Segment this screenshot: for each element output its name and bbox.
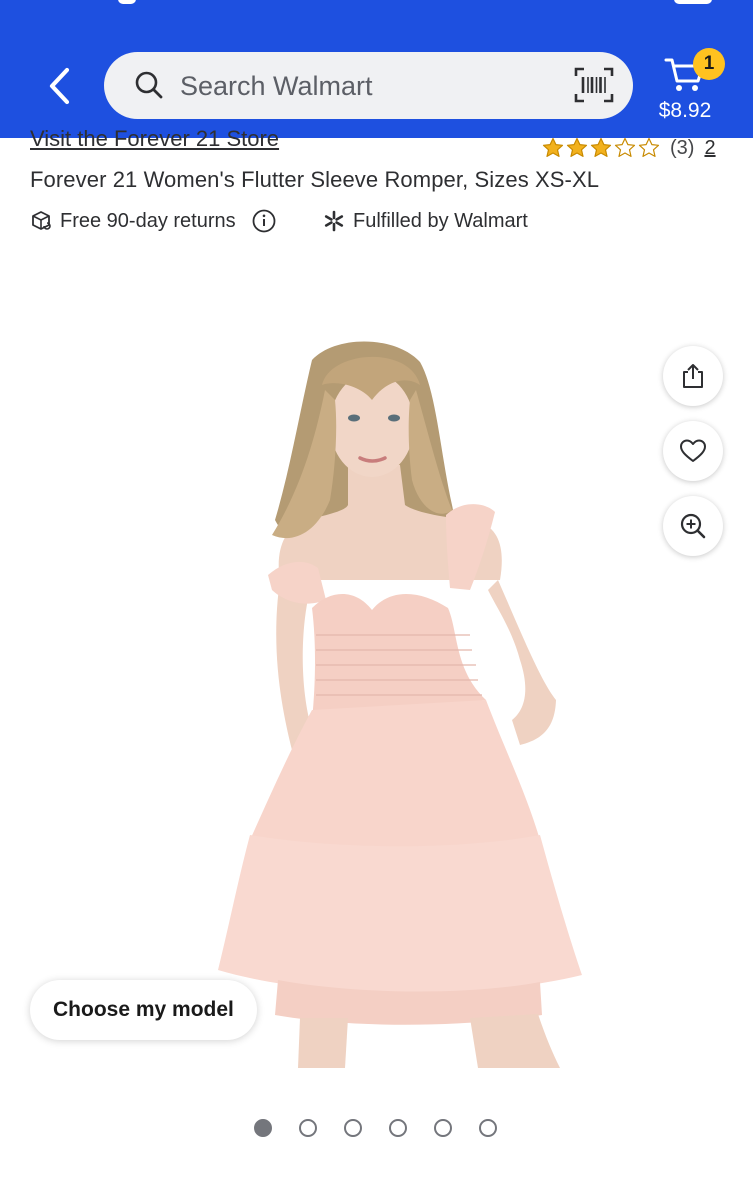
cart-count-badge: 1 [693, 48, 725, 80]
cart-total: $8.92 [658, 99, 712, 122]
fulfillment-info: Fulfilled by Walmart [323, 206, 528, 236]
battery-icon [674, 0, 712, 4]
star-filled-icon [590, 137, 612, 157]
returns-info[interactable]: Free 90-day returns [30, 206, 276, 236]
choose-my-model-button[interactable]: Choose my model [30, 980, 257, 1040]
status-icon [118, 0, 136, 4]
share-icon [683, 364, 703, 388]
star-empty-icon [638, 137, 660, 157]
top-app-bar: 1 $8.92 [0, 0, 753, 138]
star-filled-icon [542, 137, 564, 157]
carousel-dot[interactable] [254, 1119, 272, 1137]
search-input[interactable] [180, 62, 560, 110]
carousel-dot[interactable] [389, 1119, 407, 1137]
fulfillment-label: Fulfilled by Walmart [353, 209, 528, 232]
carousel-dot[interactable] [434, 1119, 452, 1137]
favorite-button[interactable] [663, 421, 723, 481]
rating-stars [542, 137, 662, 159]
heart-icon [680, 439, 706, 462]
product-title: Forever 21 Women's Flutter Sleeve Romper… [30, 167, 600, 192]
returns-box-icon [32, 211, 51, 230]
reviews-link[interactable]: 2 [704, 137, 715, 160]
returns-label: Free 90-day returns [60, 209, 236, 232]
zoom-button[interactable] [663, 496, 723, 556]
chevron-left-icon [49, 67, 70, 105]
zoom-in-icon [680, 513, 706, 539]
star-filled-icon [566, 137, 588, 157]
star-empty-icon [614, 137, 636, 157]
status-bar-remnant [0, 0, 753, 8]
walmart-spark-icon [324, 210, 344, 232]
info-icon[interactable] [252, 209, 276, 233]
product-image[interactable] [0, 290, 753, 1080]
share-button[interactable] [663, 346, 723, 406]
back-button[interactable] [34, 58, 84, 114]
carousel-dot[interactable] [344, 1119, 362, 1137]
cart-button[interactable]: 1 $8.92 [652, 44, 742, 128]
search-bar[interactable] [104, 52, 633, 119]
search-icon [135, 71, 163, 99]
store-link[interactable]: Visit the Forever 21 Store [30, 126, 279, 152]
carousel-dot[interactable] [479, 1119, 497, 1137]
carousel-dot[interactable] [299, 1119, 317, 1137]
product-rating[interactable]: (3) 2 [542, 134, 716, 162]
image-carousel-indicator [254, 1119, 524, 1137]
barcode-scan-icon[interactable] [574, 66, 614, 104]
rating-count: (3) [670, 136, 695, 159]
